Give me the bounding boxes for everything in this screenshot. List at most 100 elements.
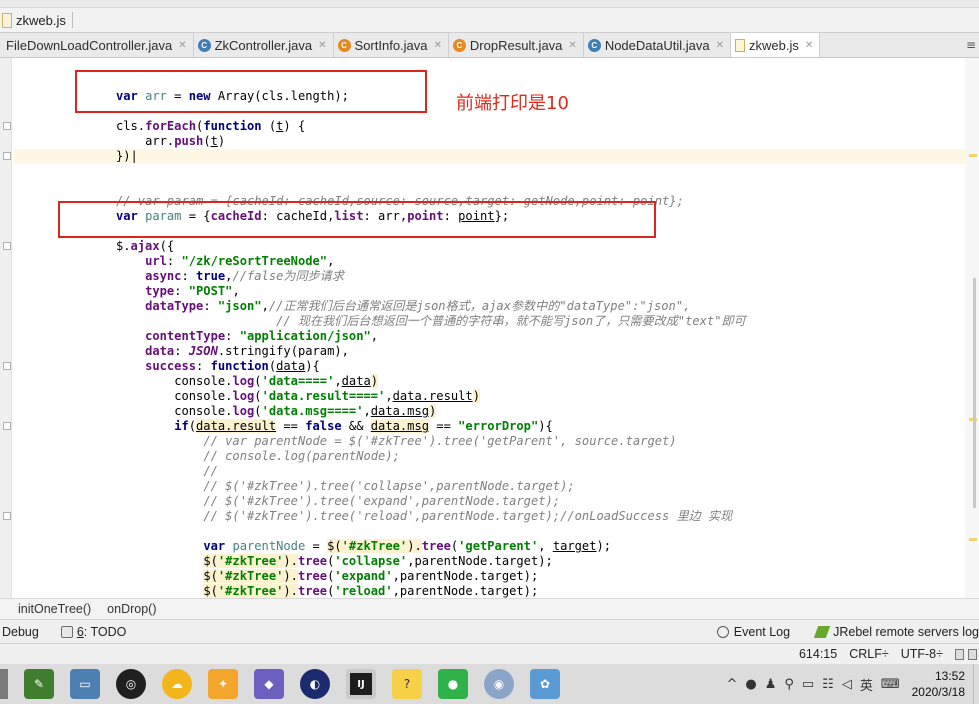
wechat-tray-icon[interactable]: ● [745, 677, 756, 692]
scroll-marker [969, 154, 977, 157]
tab-zkcontroller[interactable]: C ZkController.java ✕ [194, 33, 334, 57]
code-line: // var parentNode = $('#zkTree').tree('g… [203, 434, 677, 448]
js-file-icon [2, 12, 12, 28]
close-icon[interactable]: ✕ [178, 40, 186, 51]
close-icon[interactable]: ✕ [434, 40, 442, 51]
todo-tool-button[interactable]: 6: TODO [60, 625, 127, 639]
nav-file-name[interactable]: zkweb.js [16, 13, 66, 28]
code-line: data: JSON.stringify(param), [145, 344, 349, 358]
ime-indicator[interactable]: 英 [860, 675, 873, 694]
fold-marker-icon[interactable] [3, 122, 11, 130]
keyboard-tray-icon[interactable]: ⌨ [881, 677, 900, 692]
eclipse-app-icon[interactable]: ◐ [300, 669, 330, 699]
network-tray-icon[interactable]: ☷ [822, 677, 834, 692]
help-app-icon[interactable]: ? [392, 669, 422, 699]
breadcrumb-init-one-tree[interactable]: initOneTree() [18, 602, 91, 616]
breadcrumb-on-drop[interactable]: onDrop() [107, 602, 156, 616]
status-bar: 614:15 CRLF÷ UTF-8÷ [0, 644, 979, 664]
volume-tray-icon[interactable]: ◁ [842, 677, 852, 692]
lock-icon[interactable] [955, 648, 964, 660]
highlight-box-array [75, 70, 427, 113]
tab-filedownloadcontroller[interactable]: FileDownLoadController.java ✕ [0, 33, 194, 57]
jrebel-icon [813, 626, 831, 638]
jrebel-log-button[interactable]: JRebel remote servers log [813, 625, 979, 639]
wechat-app-icon[interactable]: ● [438, 669, 468, 699]
code-editor[interactable]: var arr = new Array(cls.length); cls.for… [0, 58, 979, 598]
todo-number: 6 [76, 625, 84, 639]
computer-app-icon[interactable]: ▭ [70, 669, 100, 699]
scroll-marker [969, 538, 977, 541]
sticky-app-icon[interactable]: ✦ [208, 669, 238, 699]
start-edge-icon[interactable] [0, 669, 8, 699]
fold-marker-icon[interactable] [3, 422, 11, 430]
code-line: arr.push(t) [145, 134, 226, 148]
debug-tool-button[interactable]: Debug [2, 625, 39, 639]
tab-label: ZkController.java [214, 37, 313, 53]
caret-position[interactable]: 614:15 [799, 647, 837, 661]
jrebel-label: JRebel remote servers log [833, 625, 979, 639]
code-lines[interactable]: var arr = new Array(cls.length); cls.for… [14, 58, 979, 598]
code-line: var parentNode = $('#zkTree').tree('getP… [203, 539, 612, 553]
fold-marker-icon[interactable] [3, 512, 11, 520]
display-tray-icon[interactable]: ▭ [802, 677, 814, 692]
todo-icon [60, 626, 73, 638]
close-icon[interactable]: ✕ [568, 40, 576, 51]
user-tray-icon[interactable]: ♟ [765, 677, 777, 692]
code-line: console.log('data.msg====',data.msg) [174, 404, 437, 418]
event-log-button[interactable]: Event Log [716, 625, 790, 639]
close-icon[interactable]: ✕ [805, 40, 813, 51]
ide-window: { "window": { "breadcrumb_file": "zkweb.… [0, 0, 979, 704]
clock[interactable]: 13:52 2020/3/18 [912, 668, 965, 700]
code-line: contentType: "application/json", [145, 329, 379, 343]
code-line: // 现在我们后台想返回一个普通的字符串，就不能写json了，只需要改成"tex… [276, 314, 746, 328]
code-line: type: "POST", [145, 284, 240, 298]
tab-sortinfo[interactable]: C SortInfo.java ✕ [334, 33, 449, 57]
code-line: console.log('data====',data) [174, 374, 379, 388]
clock-time: 13:52 [934, 669, 965, 683]
editor-gutter [0, 58, 12, 598]
annotation-text: 前端打印是10 [456, 93, 569, 114]
todo-label: : TODO [83, 625, 127, 639]
js-file-icon [734, 38, 745, 52]
notepad-app-icon[interactable]: ✎ [24, 669, 54, 699]
code-line: url: "/zk/reSortTreeNode", [145, 254, 335, 268]
tab-label: DropResult.java [469, 37, 563, 53]
file-encoding[interactable]: UTF-8÷ [901, 647, 943, 661]
code-line: $.ajax({ [115, 239, 175, 253]
code-line: $('#zkTree').tree('reload',parentNode.ta… [203, 584, 539, 598]
usb-tray-icon[interactable]: ⚲ [784, 677, 794, 692]
code-line: // $('#zkTree').tree('expand',parentNode… [203, 494, 561, 508]
close-icon[interactable]: ✕ [716, 40, 724, 51]
code-line: success: function(data){ [145, 359, 320, 373]
intellij-app-icon[interactable]: IJ [346, 669, 376, 699]
tab-zkweb-js[interactable]: zkweb.js ✕ [730, 33, 821, 57]
tab-dropresult[interactable]: C DropResult.java ✕ [449, 33, 584, 57]
paint-app-icon[interactable]: ✿ [530, 669, 560, 699]
code-line: console.log('data.result====',data.resul… [174, 389, 480, 403]
java-class-icon: C [337, 38, 351, 52]
navigation-bar: zkweb.js [0, 8, 979, 33]
browser-app-icon[interactable]: ◉ [484, 669, 514, 699]
tab-nodedatautil[interactable]: C NodeDataUtil.java ✕ [584, 33, 731, 57]
fold-marker-icon[interactable] [3, 242, 11, 250]
dolphin-app-icon[interactable]: ◆ [254, 669, 284, 699]
close-icon[interactable]: ✕ [318, 40, 326, 51]
event-log-icon [716, 626, 729, 638]
line-separator[interactable]: CRLF÷ [849, 647, 889, 661]
tray-chevron-icon[interactable]: ^ [726, 677, 737, 692]
fold-marker-icon[interactable] [3, 152, 11, 160]
tab-overflow-icon[interactable]: ≡ [963, 33, 979, 57]
code-line: // console.log(parentNode); [203, 449, 400, 463]
tab-label: SortInfo.java [354, 37, 428, 53]
system-tray: ^ ● ♟ ⚲ ▭ ☷ ◁ 英 ⌨ 13:52 2020/3/18 [722, 664, 979, 704]
fold-marker-icon[interactable] [3, 362, 11, 370]
windows-taskbar: ✎ ▭ ◎ ☁ ✦ ◆ ◐ IJ ? ● ◉ ✿ ^ ● ♟ ⚲ ▭ ☷ ◁ 英… [0, 664, 979, 704]
inspector-icon[interactable] [968, 648, 977, 660]
editor-tabs: FileDownLoadController.java ✕ C ZkContro… [0, 33, 979, 58]
clock-date: 2020/3/18 [911, 685, 965, 699]
scroll-thumb[interactable] [973, 278, 976, 508]
editor-scrollbar[interactable] [965, 58, 979, 598]
show-desktop-button[interactable] [973, 664, 979, 704]
obs-app-icon[interactable]: ◎ [116, 669, 146, 699]
cloud-app-icon[interactable]: ☁ [162, 669, 192, 699]
